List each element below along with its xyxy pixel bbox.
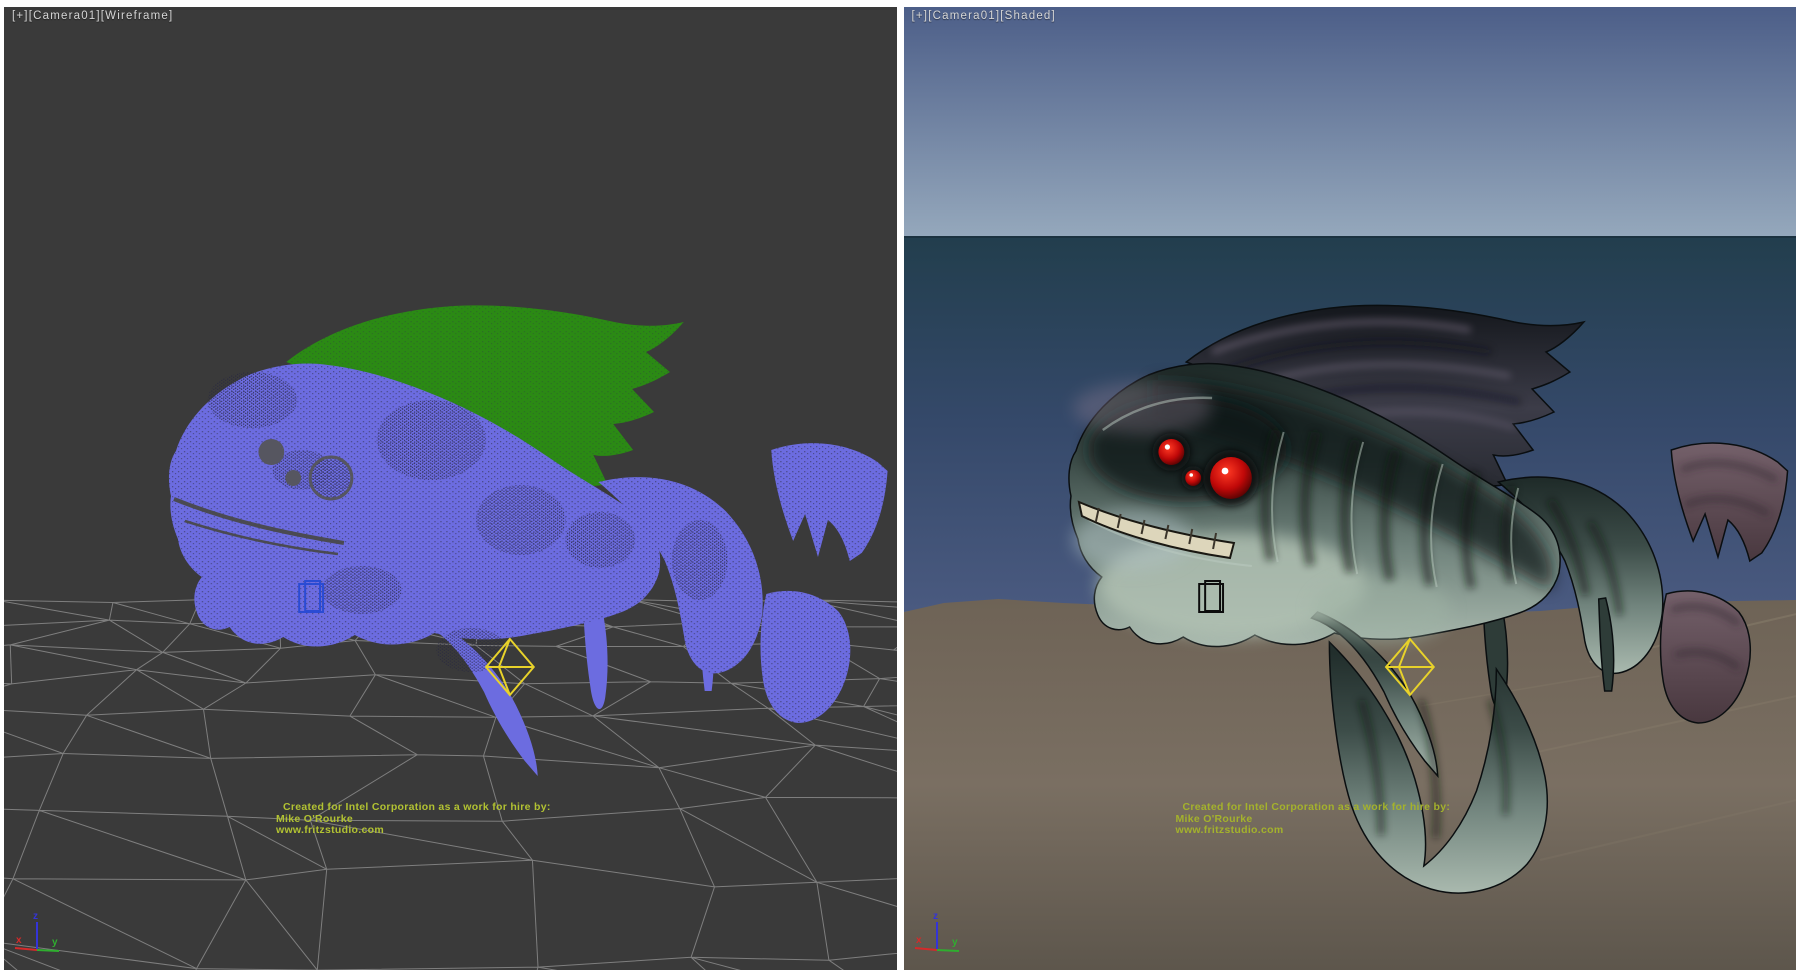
eye-red-tiny — [1185, 470, 1201, 486]
eye-red-large — [1210, 457, 1252, 499]
viewport-label-wireframe[interactable]: [+][Camera01][Wireframe] — [12, 10, 173, 22]
axis-y-label: y — [52, 937, 58, 948]
horizon-line — [904, 236, 1797, 238]
world-axis-gizmo: z x y — [908, 907, 968, 963]
world-axis-gizmo: z x y — [8, 907, 68, 963]
viewport-label-shaded[interactable]: [+][Camera01][Shaded] — [912, 10, 1056, 22]
credit-line-1: Created for Intel Corporation as a work … — [283, 802, 551, 814]
credit-text: Created for Intel Corporation as a work … — [1176, 802, 1451, 837]
viewport-shaded[interactable]: [+][Camera01][Shaded] Created for Intel … — [904, 7, 1797, 970]
viewport-wireframe[interactable]: [+][Camera01][Wireframe] Created for Int… — [4, 7, 897, 970]
axis-y-label: y — [952, 937, 958, 948]
sky — [904, 7, 1797, 237]
credit-line-1: Created for Intel Corporation as a work … — [1183, 802, 1451, 814]
axis-z-label: z — [33, 911, 38, 922]
axis-x-label: x — [16, 935, 22, 946]
axis-z-label: z — [933, 911, 938, 922]
dual-viewport-frame: [+][Camera01][Wireframe] Created for Int… — [0, 0, 1800, 978]
credit-text: Created for Intel Corporation as a work … — [276, 802, 551, 837]
credit-line-3: www.fritzstudio.com — [1176, 825, 1451, 837]
credit-line-3: www.fritzstudio.com — [276, 825, 551, 837]
axis-x-label: x — [916, 935, 922, 946]
eye-red-small — [1158, 439, 1184, 465]
